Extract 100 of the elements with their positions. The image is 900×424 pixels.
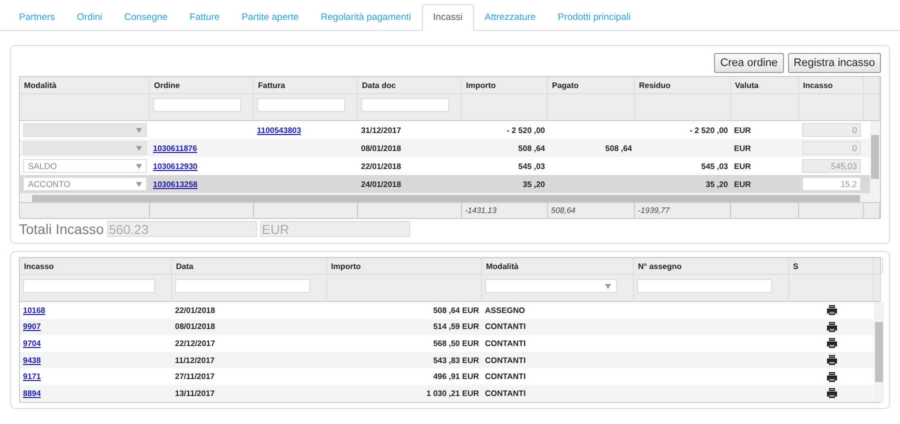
table-cell: 545 ,03	[701, 162, 728, 170]
scrollbar[interactable]	[870, 121, 880, 193]
tab[interactable]: Prodotti principali	[546, 4, 642, 31]
column-header: Residuo	[635, 77, 731, 93]
document-link[interactable]: 1030612930	[153, 162, 198, 170]
scrollbar[interactable]	[20, 193, 880, 202]
total-amount-field[interactable]: 560.23	[106, 221, 257, 237]
table-cell: EUR	[734, 162, 751, 170]
table-cell: 35 ,20	[706, 180, 728, 188]
column-header: Pagato	[548, 77, 635, 93]
table-cell: 543 ,83 EUR	[433, 356, 479, 365]
table-cell: CONTANTI	[485, 356, 526, 365]
table-cell: 508 ,64 EUR	[433, 306, 479, 315]
filter-field[interactable]	[153, 98, 242, 112]
tab[interactable]: Incassi	[422, 4, 474, 31]
table-cell: 08/01/2018	[175, 322, 216, 332]
filter-field[interactable]	[637, 279, 772, 293]
tab[interactable]: Ordini	[66, 4, 114, 31]
table-cell: EUR	[734, 180, 751, 188]
table-cell: CONTANTI	[485, 338, 526, 348]
table-cell: - 2 520 ,00	[690, 126, 728, 134]
table-cell: CONTANTI	[485, 372, 526, 382]
table-cell: ASSEGNO	[485, 306, 526, 315]
table-cell: 22/01/2018	[175, 306, 216, 315]
action-button[interactable]: Crea ordine	[714, 53, 784, 73]
printer-icon[interactable]	[826, 387, 838, 400]
table-cell: EUR	[734, 126, 751, 134]
column-header: Modalità	[20, 77, 150, 93]
table-cell: 13/11/2017	[175, 388, 215, 398]
total-value: -1939,77	[638, 206, 670, 215]
table-cell: 24/01/2018	[361, 180, 402, 188]
printer-icon[interactable]	[826, 370, 838, 383]
column-header: Valuta	[731, 77, 799, 93]
column-header: N° assegno	[634, 258, 789, 274]
table-cell: 11/12/2017	[175, 356, 215, 365]
tab[interactable]: Attrezzature	[474, 4, 547, 31]
column-header: Data doc	[358, 77, 462, 93]
tab[interactable]: Consegne	[113, 4, 179, 31]
printer-icon[interactable]	[826, 320, 838, 333]
mode-dropdown[interactable]: SALDO	[23, 159, 147, 173]
mode-dropdown[interactable]: ACCONTO	[23, 177, 147, 191]
tab[interactable]: Regolarità pagamenti	[310, 4, 422, 31]
caret-icon	[136, 182, 142, 186]
totals-label: Totali Incasso	[19, 221, 104, 237]
receipt-link[interactable]: 8894	[23, 388, 41, 398]
table-cell: 27/11/2017	[175, 372, 215, 382]
tab[interactable]: Partite aperte	[230, 4, 310, 31]
document-link[interactable]: 1030611876	[153, 144, 198, 152]
receipt-link[interactable]: 10168	[23, 306, 46, 315]
document-link[interactable]: 1100543803	[257, 126, 302, 134]
column-header: Data	[172, 258, 327, 274]
caret-icon	[136, 128, 142, 132]
table-cell: CONTANTI	[485, 322, 526, 332]
printer-icon[interactable]	[826, 354, 838, 366]
table-cell: 508 ,64	[605, 144, 632, 152]
tab[interactable]: Partners	[8, 4, 66, 31]
table-cell: 08/01/2018	[361, 144, 402, 152]
table-cell: 1 030 ,21 EUR	[426, 388, 479, 398]
filter-field[interactable]	[361, 98, 450, 112]
column-header: Incasso	[799, 77, 864, 93]
printer-icon[interactable]	[826, 337, 838, 350]
tab[interactable]: Fatture	[178, 4, 231, 31]
caret-icon	[136, 146, 142, 150]
table-cell: - 2 520 ,00	[506, 126, 545, 134]
table-cell: 22/01/2018	[361, 162, 402, 170]
table-cell: 514 ,59 EUR	[433, 322, 479, 332]
filter-dropdown[interactable]	[485, 279, 617, 293]
printer-icon[interactable]	[826, 304, 838, 316]
column-header: Fattura	[254, 77, 358, 93]
table-cell: 508 ,64	[518, 144, 545, 152]
table-cell: EUR	[734, 144, 751, 152]
total-value: -1431,13	[465, 206, 497, 215]
table-cell: 496 ,91 EUR	[433, 372, 479, 382]
receipt-link[interactable]: 9171	[23, 372, 41, 382]
action-button[interactable]: Registra incasso	[788, 53, 881, 73]
filter-field[interactable]	[257, 98, 346, 112]
caret-icon	[136, 164, 142, 168]
receipt-link[interactable]: 9704	[23, 338, 41, 348]
table-cell: 545 ,03	[518, 162, 545, 170]
table-cell: 22/12/2017	[175, 338, 216, 348]
column-header: Importo	[462, 77, 548, 93]
column-header: Ordine	[150, 77, 254, 93]
table-cell: 35 ,20	[522, 180, 545, 188]
column-header: Importo	[327, 258, 482, 274]
total-value: 508,64	[551, 206, 576, 215]
table-cell: 568 ,50 EUR	[433, 338, 479, 348]
document-link[interactable]: 1030613258	[153, 180, 198, 188]
table-cell: CONTANTI	[485, 388, 526, 398]
amount-field[interactable]: 15.2	[802, 177, 861, 191]
filter-field[interactable]	[23, 279, 155, 293]
table-cell: 31/12/2017	[361, 126, 402, 134]
scrollbar[interactable]	[874, 302, 884, 402]
column-header: Modalità	[482, 258, 634, 274]
filter-field[interactable]	[175, 279, 310, 293]
currency-field[interactable]: EUR	[260, 221, 410, 237]
receipt-link[interactable]: 9907	[23, 322, 41, 332]
column-header: Incasso	[20, 258, 172, 274]
column-header: S	[789, 258, 874, 274]
receipt-link[interactable]: 9438	[23, 356, 41, 365]
caret-icon	[604, 284, 611, 288]
